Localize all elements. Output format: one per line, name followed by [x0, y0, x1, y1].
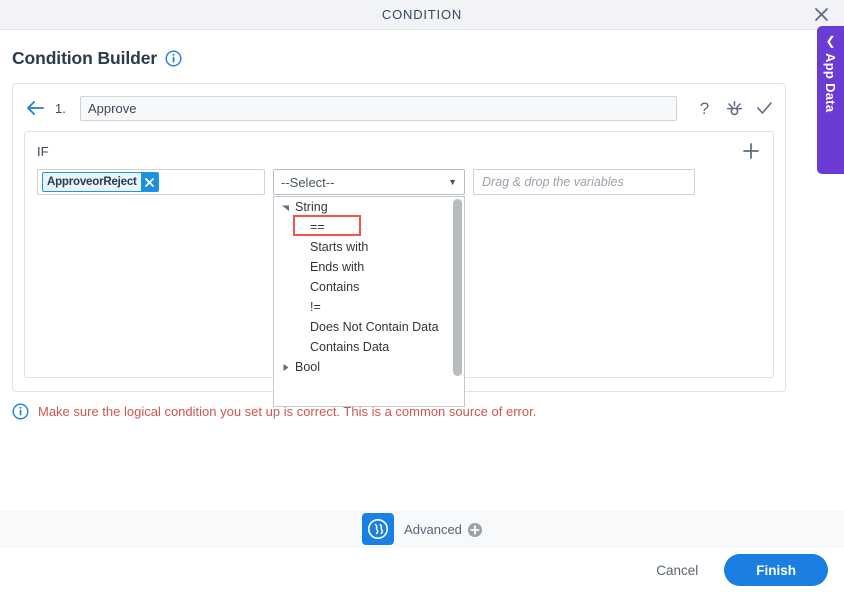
- help-icon[interactable]: ?: [695, 99, 714, 118]
- if-header-row: IF: [25, 132, 773, 161]
- operator-dropdown[interactable]: String == Starts with Ends with Contains…: [273, 196, 465, 407]
- triangle-expanded-icon: [282, 205, 289, 211]
- value-drop-placeholder: Drag & drop the variables: [482, 175, 624, 189]
- close-icon: [144, 177, 154, 187]
- dropdown-item-starts-with[interactable]: Starts with: [274, 237, 464, 257]
- dialog-titlebar: CONDITION: [0, 0, 844, 30]
- dialog-title: CONDITION: [381, 7, 463, 22]
- info-icon[interactable]: [165, 50, 182, 67]
- variable-chip[interactable]: ApproveorReject: [42, 172, 159, 192]
- chevron-down-icon: ▼: [448, 177, 457, 187]
- close-dialog-button[interactable]: [808, 2, 834, 28]
- page-header: Condition Builder: [0, 30, 844, 69]
- if-label: IF: [37, 143, 49, 159]
- cancel-button[interactable]: Cancel: [650, 557, 704, 584]
- debug-icon[interactable]: [725, 99, 744, 118]
- check-icon[interactable]: [755, 99, 774, 118]
- back-button[interactable]: [24, 97, 46, 119]
- advanced-label: Advanced: [404, 522, 462, 537]
- condition-name-input[interactable]: [80, 95, 677, 121]
- chevron-left-icon: ❮: [825, 34, 836, 48]
- plus-circle-icon[interactable]: [467, 522, 482, 537]
- add-condition-button[interactable]: [741, 141, 761, 161]
- plus-icon: [743, 143, 759, 159]
- dropdown-group-label: Bool: [295, 360, 321, 374]
- variable-chip-label: ApproveorReject: [47, 176, 137, 188]
- dropdown-group-bool[interactable]: Bool: [274, 357, 464, 377]
- dropdown-scrollbar-thumb[interactable]: [453, 199, 462, 376]
- dropdown-item-not-equals[interactable]: !=: [274, 297, 464, 317]
- builder-toolbar: 1. ?: [24, 94, 774, 122]
- dialog-footer: Cancel Finish: [0, 548, 844, 592]
- close-icon: [814, 8, 828, 21]
- page-title: Condition Builder: [12, 48, 158, 68]
- if-panel: IF ApproveorReject --Select-- ▼ String =…: [24, 131, 774, 407]
- dropdown-item-contains[interactable]: Contains: [274, 277, 464, 297]
- dropdown-group-label: String: [295, 200, 328, 214]
- advanced-icon[interactable]: [362, 512, 395, 545]
- app-data-tab[interactable]: ❮ App Data: [817, 26, 844, 174]
- arrow-left-icon: [27, 101, 44, 115]
- operator-select-value: --Select--: [281, 174, 335, 190]
- triangle-collapsed-icon: [283, 363, 289, 371]
- operator-select-wrapper: --Select-- ▼ String == Starts with Ends …: [273, 169, 465, 407]
- dropdown-group-string[interactable]: String: [274, 197, 464, 217]
- app-data-tab-label: App Data: [823, 53, 838, 113]
- advanced-toolbar: Advanced: [0, 511, 844, 548]
- finish-button[interactable]: Finish: [724, 554, 828, 586]
- operator-select[interactable]: --Select-- ▼: [273, 169, 465, 195]
- value-drop-field[interactable]: Drag & drop the variables: [473, 169, 695, 195]
- condition-builder-card: 1. ? IF: [12, 83, 786, 407]
- dropdown-item-contains-data[interactable]: Contains Data: [274, 337, 464, 357]
- advanced-button[interactable]: Advanced: [404, 522, 482, 537]
- dropdown-item-does-not-contain-data[interactable]: Does Not Contain Data: [274, 317, 464, 337]
- builder-tool-icons: ?: [686, 99, 774, 118]
- dropdown-item-ends-with[interactable]: Ends with: [274, 257, 464, 277]
- step-number: 1.: [55, 100, 66, 116]
- dropdown-scrollbar[interactable]: [453, 199, 462, 376]
- condition-row: ApproveorReject --Select-- ▼ String == S…: [25, 161, 773, 407]
- dropdown-item-equals[interactable]: ==: [274, 215, 464, 237]
- variable-field[interactable]: ApproveorReject: [37, 169, 265, 195]
- info-icon: [12, 403, 29, 420]
- remove-variable-button[interactable]: [140, 173, 158, 191]
